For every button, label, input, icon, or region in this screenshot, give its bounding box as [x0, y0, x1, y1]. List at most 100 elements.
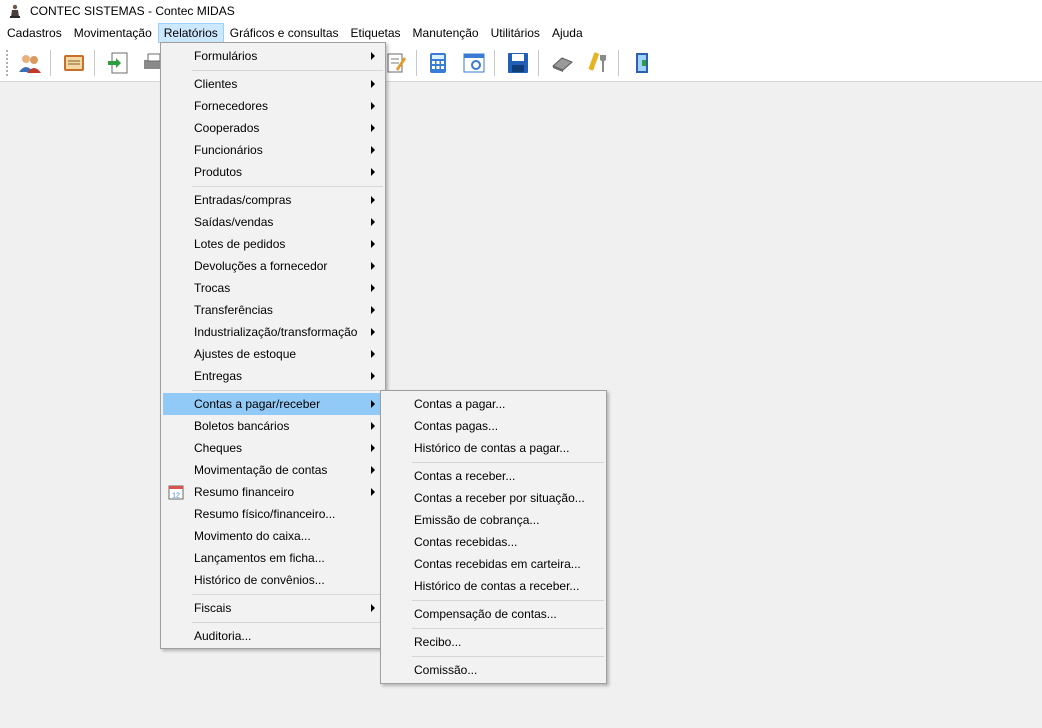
menu-item-lancamentos[interactable]: Lançamentos em ficha...	[163, 547, 383, 569]
submenu-arrow-icon	[371, 284, 375, 292]
menu-item-entregas[interactable]: Entregas	[163, 365, 383, 387]
submenu-arrow-icon	[371, 218, 375, 226]
toolbar-edit-document-button[interactable]	[382, 49, 410, 77]
menu-separator	[192, 186, 383, 187]
toolbar	[0, 44, 1042, 82]
menu-item-movimento-caixa[interactable]: Movimento do caixa...	[163, 525, 383, 547]
address-book-icon	[64, 55, 84, 71]
menu-item-funcionarios[interactable]: Funcionários	[163, 139, 383, 161]
menu-item-fornecedores[interactable]: Fornecedores	[163, 95, 383, 117]
menu-separator	[192, 70, 383, 71]
save-disk-icon	[508, 53, 528, 73]
toolbar-eraser-button[interactable]	[548, 49, 576, 77]
toolbar-grip[interactable]	[6, 50, 9, 76]
toolbar-tools-button[interactable]	[584, 49, 612, 77]
menu-item-boletos[interactable]: Boletos bancários	[163, 415, 383, 437]
toolbar-save-button[interactable]	[504, 49, 532, 77]
toolbar-import-button[interactable]	[104, 49, 132, 77]
submenu-arrow-icon	[371, 102, 375, 110]
menu-relatorios[interactable]: Relatórios	[157, 23, 224, 43]
menu-separator	[412, 462, 604, 463]
toolbar-separator	[94, 50, 95, 76]
menu-item-movimentacao-contas[interactable]: Movimentação de contas	[163, 459, 383, 481]
menu-manutencao[interactable]: Manutenção	[407, 23, 485, 43]
calendar-icon: 12	[168, 484, 184, 500]
submenu-item-contas-pagas[interactable]: Contas pagas...	[383, 415, 604, 437]
submenu-item-recebidas-carteira[interactable]: Contas recebidas em carteira...	[383, 553, 604, 575]
menu-item-ajustes[interactable]: Ajustes de estoque	[163, 343, 383, 365]
toolbar-separator	[618, 50, 619, 76]
menu-etiquetas[interactable]: Etiquetas	[345, 23, 407, 43]
submenu-item-comissao[interactable]: Comissão...	[383, 659, 604, 681]
submenu-arrow-icon	[371, 400, 375, 408]
menu-separator	[192, 594, 383, 595]
toolbar-address-book-button[interactable]	[60, 49, 88, 77]
submenu-arrow-icon	[371, 372, 375, 380]
eraser-icon	[552, 57, 573, 72]
browser-window-icon	[463, 53, 485, 73]
submenu-item-receber-situacao[interactable]: Contas a receber por situação...	[383, 487, 604, 509]
toolbar-users-button[interactable]	[16, 49, 44, 77]
menu-separator	[412, 656, 604, 657]
submenu-arrow-icon	[371, 80, 375, 88]
submenu-item-recibo[interactable]: Recibo...	[383, 631, 604, 653]
menu-item-historico-convenios[interactable]: Histórico de convênios...	[163, 569, 383, 591]
tools-icon	[588, 52, 606, 72]
menu-item-resumo-fisico[interactable]: Resumo físico/financeiro...	[163, 503, 383, 525]
toolbar-separator	[494, 50, 495, 76]
menu-ajuda[interactable]: Ajuda	[546, 23, 589, 43]
submenu-item-historico-receber[interactable]: Histórico de contas a receber...	[383, 575, 604, 597]
menu-separator	[412, 600, 604, 601]
submenu-item-contas-receber[interactable]: Contas a receber...	[383, 465, 604, 487]
menu-graficos[interactable]: Gráficos e consultas	[224, 23, 345, 43]
submenu-arrow-icon	[371, 466, 375, 474]
menu-item-resumo-financeiro[interactable]: 12 Resumo financeiro	[163, 481, 383, 503]
menu-item-devolucoes[interactable]: Devoluções a fornecedor	[163, 255, 383, 277]
submenu-arrow-icon	[371, 306, 375, 314]
menu-item-clientes[interactable]: Clientes	[163, 73, 383, 95]
menu-separator	[412, 628, 604, 629]
submenu-arrow-icon	[371, 262, 375, 270]
submenu-arrow-icon	[371, 52, 375, 60]
submenu-arrow-icon	[371, 124, 375, 132]
svg-text:12: 12	[172, 493, 180, 500]
menu-bar: Cadastros Movimentação Relatórios Gráfic…	[0, 22, 1042, 44]
calculator-icon	[430, 53, 446, 73]
submenu-item-emissao-cobranca[interactable]: Emissão de cobrança...	[383, 509, 604, 531]
menu-cadastros[interactable]: Cadastros	[1, 23, 68, 43]
submenu-arrow-icon	[371, 146, 375, 154]
toolbar-exit-button[interactable]	[628, 49, 656, 77]
submenu-arrow-icon	[371, 488, 375, 496]
menu-item-auditoria[interactable]: Auditoria...	[163, 625, 383, 647]
menu-item-cheques[interactable]: Cheques	[163, 437, 383, 459]
window-title: CONTEC SISTEMAS - Contec MIDAS	[30, 4, 235, 18]
toolbar-calculator-button[interactable]	[424, 49, 452, 77]
menu-item-contas[interactable]: Contas a pagar/receber	[163, 393, 383, 415]
menu-item-formularios[interactable]: Formulários	[163, 45, 383, 67]
toolbar-browser-button[interactable]	[460, 49, 488, 77]
menu-item-entradas[interactable]: Entradas/compras	[163, 189, 383, 211]
menu-item-cooperados[interactable]: Cooperados	[163, 117, 383, 139]
submenu-arrow-icon	[371, 196, 375, 204]
menu-movimentacao[interactable]: Movimentação	[68, 23, 158, 43]
submenu-arrow-icon	[371, 444, 375, 452]
submenu-arrow-icon	[371, 422, 375, 430]
submenu-arrow-icon	[371, 350, 375, 358]
users-icon	[19, 55, 41, 73]
submenu-arrow-icon	[371, 328, 375, 336]
exit-door-icon	[636, 53, 648, 73]
menu-item-lotes[interactable]: Lotes de pedidos	[163, 233, 383, 255]
submenu-item-historico-pagar[interactable]: Histórico de contas a pagar...	[383, 437, 604, 459]
menu-item-transferencias[interactable]: Transferências	[163, 299, 383, 321]
menu-item-saidas[interactable]: Saídas/vendas	[163, 211, 383, 233]
menu-item-fiscais[interactable]: Fiscais	[163, 597, 383, 619]
toolbar-separator	[416, 50, 417, 76]
submenu-item-compensacao[interactable]: Compensação de contas...	[383, 603, 604, 625]
menu-item-trocas[interactable]: Trocas	[163, 277, 383, 299]
submenu-item-contas-pagar[interactable]: Contas a pagar...	[383, 393, 604, 415]
menu-item-industrializacao[interactable]: Industrialização/transformação	[163, 321, 383, 343]
menu-separator	[192, 622, 383, 623]
submenu-item-contas-recebidas[interactable]: Contas recebidas...	[383, 531, 604, 553]
menu-utilitarios[interactable]: Utilitários	[485, 23, 546, 43]
menu-item-produtos[interactable]: Produtos	[163, 161, 383, 183]
